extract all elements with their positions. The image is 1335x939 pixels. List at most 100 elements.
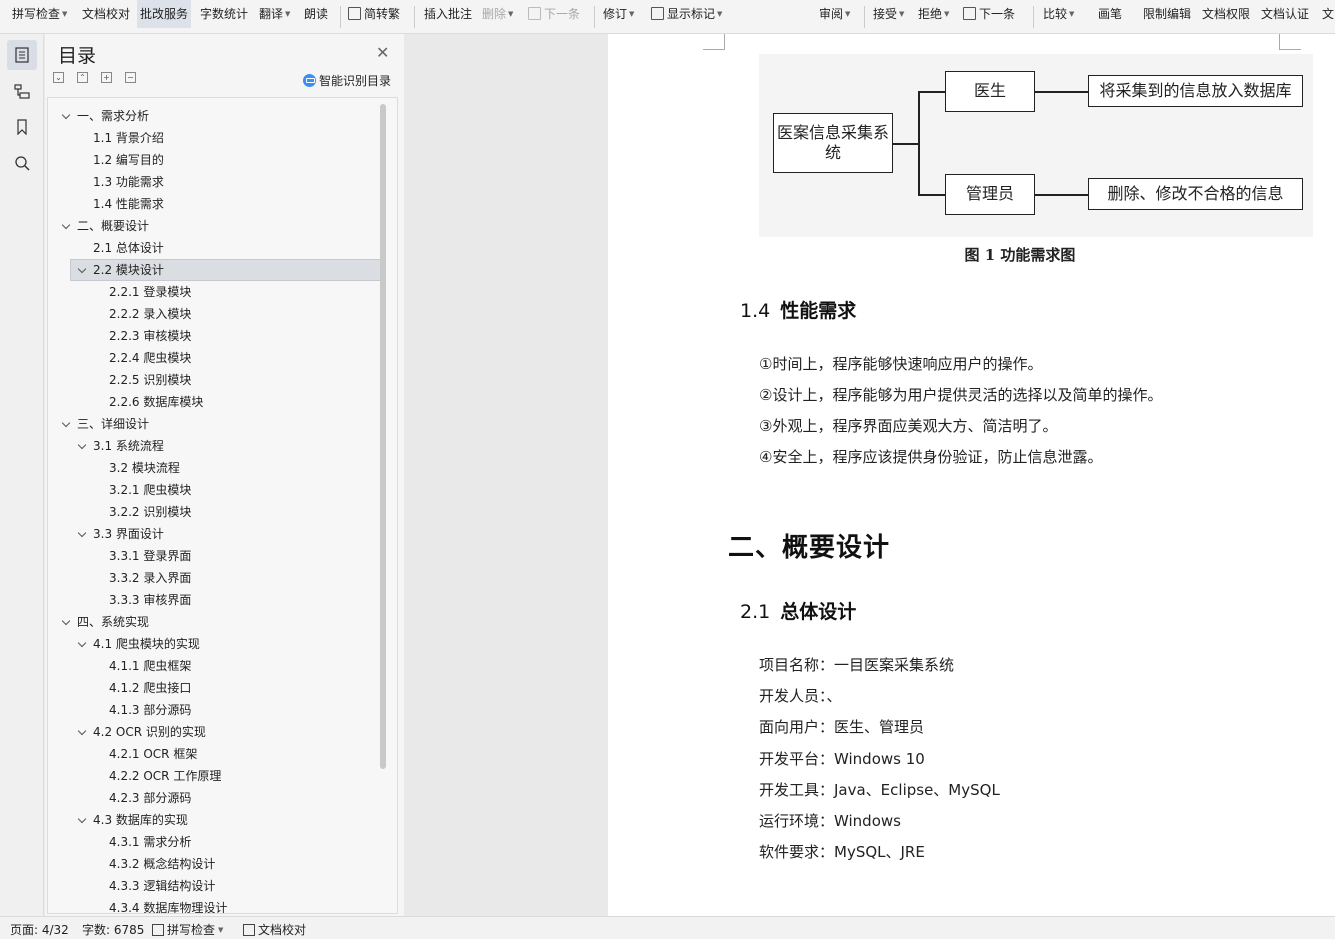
accept-button[interactable]: 接受 ▼ [873,0,904,28]
bookmark-rail-button[interactable] [7,112,37,142]
chevron-down-icon[interactable] [77,726,87,736]
proofread-status[interactable]: 文档校对 [243,921,306,938]
toc-item[interactable]: 1.3 功能需求 [48,171,381,193]
toc-item[interactable]: 3.3.1 登录界面 [48,545,381,567]
correction-service-button[interactable]: 批改服务 [137,0,192,28]
chevron-down-icon[interactable] [61,220,71,230]
toc-item[interactable]: 3.3.3 审核界面 [48,589,381,611]
collapse-all-icon[interactable]: ⌃ [77,72,88,83]
toc-item[interactable]: 4.1.3 部分源码 [48,699,381,721]
restrict-editing-button[interactable]: 限制编辑 [1143,0,1191,28]
toc-rail-button[interactable] [7,40,37,70]
toc-item[interactable]: 3.1 系统流程 [48,435,381,457]
toc-item[interactable]: 4.1.1 爬虫框架 [48,655,381,677]
toc-item[interactable]: 4.2.3 部分源码 [48,787,381,809]
toc-item[interactable]: 4.3.3 逻辑结构设计 [48,875,381,897]
toc-item[interactable]: 三、详细设计 [48,413,381,435]
paragraph: 开发工具：Java、Eclipse、MySQL [759,781,1000,799]
chevron-down-icon[interactable] [61,616,71,626]
expand-all-icon[interactable]: ⌄ [53,72,64,83]
show-markup-button[interactable]: 显示标记 ▼ [651,0,722,28]
toc-item[interactable]: 1.1 背景介绍 [48,127,381,149]
smart-toc-button[interactable]: 智能识别目录 [303,72,391,89]
document-certification-button[interactable]: 文档认证 [1261,0,1309,28]
toc-item[interactable]: 4.2.2 OCR 工作原理 [48,765,381,787]
toc-item[interactable]: 1.4 性能需求 [48,193,381,215]
next-comment-button[interactable]: 下一条 [528,0,580,28]
toc-item[interactable]: 3.2.2 识别模块 [48,501,381,523]
chevron-down-icon[interactable] [77,814,87,824]
track-changes-button[interactable]: 修订 ▼ [603,0,634,28]
toc-item[interactable]: 1.2 编写目的 [48,149,381,171]
toc-item[interactable]: 4.3.2 概念结构设计 [48,853,381,875]
translate-button[interactable]: 翻译 ▼ [259,0,290,28]
chevron-down-icon[interactable] [77,440,87,450]
add-heading-icon[interactable]: + [101,72,112,83]
chevron-down-icon[interactable] [77,528,87,538]
overflow-toolbar-item[interactable]: 文 [1322,0,1334,28]
smart-toc-label: 智能识别目录 [319,74,392,88]
toc-item-label: 4.3.2 概念结构设计 [109,857,216,871]
toc-item[interactable]: 4.1.2 爬虫接口 [48,677,381,699]
reject-button[interactable]: 拒绝 ▼ [918,0,949,28]
close-icon[interactable]: ✕ [376,43,389,62]
paragraph: 面向用户：医生、管理员 [759,718,925,736]
toc-item[interactable]: 4.2.1 OCR 框架 [48,743,381,765]
search-rail-button[interactable] [7,148,37,178]
toc-item[interactable]: 2.2.5 识别模块 [48,369,381,391]
insert-comment-button[interactable]: 插入批注 [424,0,472,28]
toc-item[interactable]: 2.2.4 爬虫模块 [48,347,381,369]
toc-item[interactable]: 四、系统实现 [48,611,381,633]
section-number: 2.1 [740,601,771,623]
simplified-to-traditional-button[interactable]: 简转繁 [348,0,400,28]
toc-item[interactable]: 3.3.2 录入界面 [48,567,381,589]
toc-item[interactable]: 4.3 数据库的实现 [48,809,381,831]
toc-item[interactable]: 2.2.2 录入模块 [48,303,381,325]
spellcheck-icon [152,924,164,936]
pen-button[interactable]: 画笔 [1098,0,1122,28]
toc-item[interactable]: 二、概要设计 [48,215,381,237]
toc-item[interactable]: 一、需求分析 [48,105,381,127]
toc-item[interactable]: 2.2 模块设计 [70,259,381,281]
page-indicator[interactable]: 页面: 4/32 [10,921,69,938]
chevron-down-icon[interactable] [61,110,71,120]
document-area[interactable]: 医案信息采集系统 医生 管理员 将采集到的信息放入数据库 删除、修改不合格的信息… [404,34,1335,916]
section-heading-1-4: 1.4 性能需求 [740,296,856,323]
delete-comment-button[interactable]: 删除 ▼ [482,0,513,28]
compare-button[interactable]: 比较 ▼ [1043,0,1074,28]
chevron-down-icon[interactable] [77,638,87,648]
toc-item[interactable]: 3.2.1 爬虫模块 [48,479,381,501]
toc-item-label: 4.2.3 部分源码 [109,791,192,805]
spellcheck-button[interactable]: 拼写检查 ▼ [12,0,67,28]
review-pane-button[interactable]: 审阅 ▼ [819,0,850,28]
reject-label: 拒绝 [918,7,943,21]
toc-item[interactable]: 2.1 总体设计 [48,237,381,259]
word-count-indicator[interactable]: 字数: 6785 [82,921,144,938]
navigation-rail-button[interactable] [7,76,37,106]
accept-label: 接受 [873,7,898,21]
read-aloud-button[interactable]: 朗读 [304,0,328,28]
toc-item[interactable]: 2.2.3 审核模块 [48,325,381,347]
toc-item[interactable]: 3.3 界面设计 [48,523,381,545]
document-permissions-button[interactable]: 文档权限 [1202,0,1250,28]
chevron-down-icon[interactable] [61,418,71,428]
toc-item-label: 2.2.3 审核模块 [109,329,192,343]
next-change-button[interactable]: 下一条 [963,0,1015,28]
word-count-button[interactable]: 字数统计 [200,0,248,28]
toc-item[interactable]: 4.1 爬虫模块的实现 [48,633,381,655]
toc-item[interactable]: 4.3.1 需求分析 [48,831,381,853]
document-page[interactable]: 医案信息采集系统 医生 管理员 将采集到的信息放入数据库 删除、修改不合格的信息… [608,34,1335,916]
chevron-down-icon[interactable] [77,264,87,274]
toc-item[interactable]: 2.2.6 数据库模块 [48,391,381,413]
remove-heading-icon[interactable]: − [125,72,136,83]
toc-item[interactable]: 4.2 OCR 识别的实现 [48,721,381,743]
spellcheck-status[interactable]: 拼写检查 ▼ [152,921,223,938]
proofread-button[interactable]: 文档校对 [82,0,130,28]
chevron-down-icon: ▼ [508,10,514,18]
toc-item[interactable]: 4.3.4 数据库物理设计 [48,897,381,913]
chevron-down-icon: ▼ [845,10,851,18]
toc-item[interactable]: 3.2 模块流程 [48,457,381,479]
page-corner-mark [1279,34,1301,50]
toc-scrollbar-thumb[interactable] [380,104,386,769]
toc-item[interactable]: 2.2.1 登录模块 [48,281,381,303]
